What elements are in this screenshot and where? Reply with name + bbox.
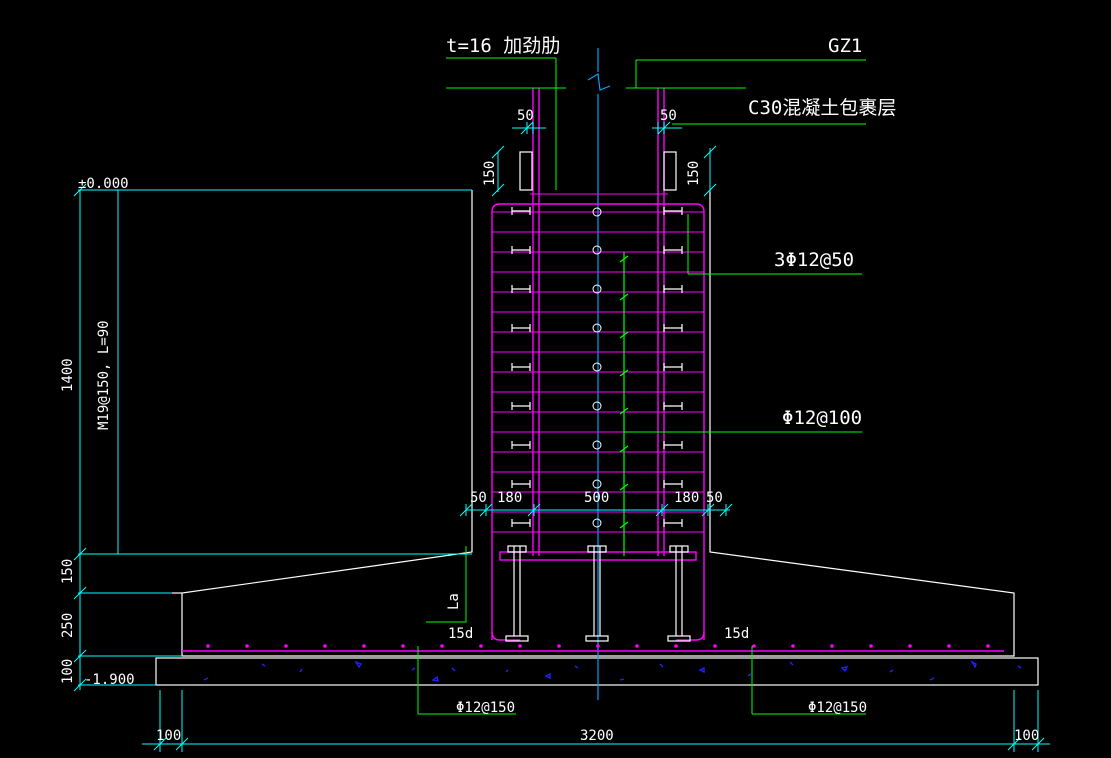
dim-1400: 1400 (60, 358, 76, 392)
dim-150-right: 150 (686, 161, 702, 186)
column-label: GZ1 (828, 35, 862, 57)
bolt-label: M19@150, L=90 (96, 320, 112, 430)
foundation-section-drawing: t=16 加劲肋 GZ1 C30混凝土包裹层 3Φ12@50 Φ12@100 M… (60, 35, 1050, 752)
dim-180-left: 180 (497, 490, 522, 506)
elev-bottom-label: -1.900 (84, 672, 135, 688)
dim-100-bottom-right: 100 (1014, 728, 1039, 744)
leader-lines (417, 57, 866, 715)
dim-50-top-left: 50 (517, 108, 534, 124)
hook-right-label: 15d (724, 626, 749, 642)
dim-100-bottom-left: 100 (156, 728, 181, 744)
steel-column (182, 88, 1004, 652)
bottom-bar-right-label: Φ12@150 (808, 700, 867, 716)
longitudinal-label: Φ12@100 (782, 407, 862, 429)
web-holes (592, 207, 602, 528)
dim-150-vertical: 150 (60, 559, 76, 584)
rib-label: t=16 加劲肋 (446, 35, 560, 57)
dim-3200: 3200 (580, 728, 614, 744)
dim-50-mid-left: 50 (470, 490, 487, 506)
dim-150-left: 150 (482, 161, 498, 186)
dim-180-right: 180 (674, 490, 699, 506)
stirrup-label: 3Φ12@50 (774, 249, 854, 271)
bottom-bar-dots (206, 644, 990, 648)
dim-50-top-right: 50 (660, 108, 677, 124)
anchor-label: La (446, 593, 462, 610)
blinding-aggregate (203, 660, 1022, 682)
dim-500: 500 (584, 490, 609, 506)
dim-100-vertical: 100 (60, 659, 76, 684)
center-axis (587, 48, 611, 700)
hook-left-label: 15d (448, 626, 473, 642)
encasement-label: C30混凝土包裹层 (748, 97, 896, 119)
dim-50-mid-right: 50 (706, 490, 723, 506)
elev-top-label: ±0.000 (78, 176, 129, 192)
bottom-bar-left-label: Φ12@150 (456, 700, 515, 716)
concrete-outline (155, 190, 1039, 686)
dim-250: 250 (60, 613, 76, 638)
